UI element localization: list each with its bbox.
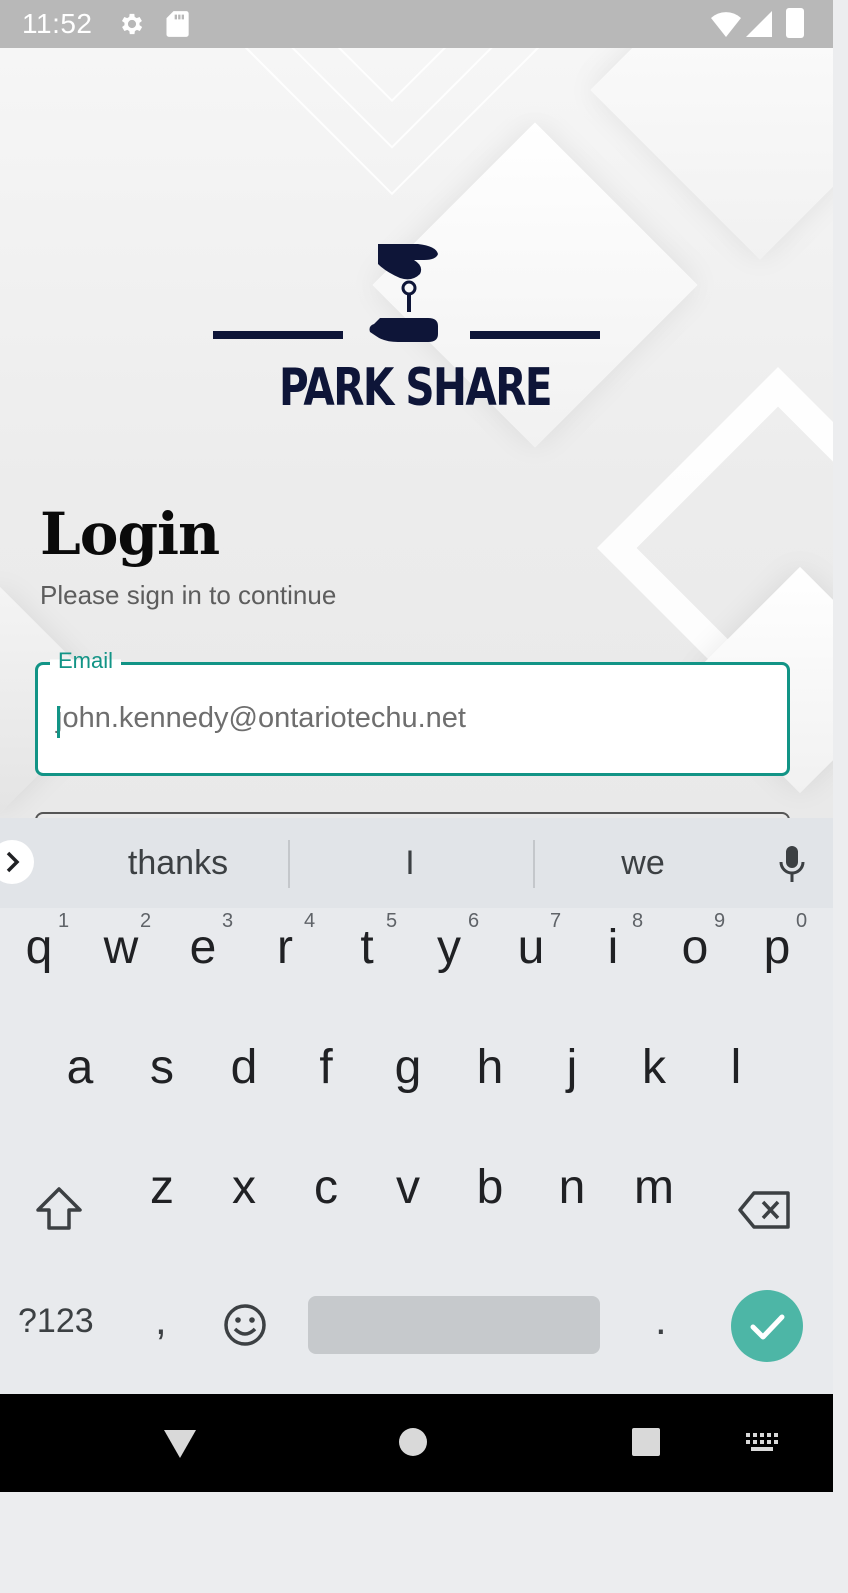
key-hint: 6 — [468, 910, 480, 932]
status-time: 11:52 — [22, 8, 93, 39]
suggestion-divider — [288, 840, 290, 888]
symbols-key[interactable]: ?123 — [18, 1302, 94, 1341]
key-hint: 2 — [140, 910, 152, 932]
status-bar: 11:52 — [0, 0, 833, 48]
key-hint: 3 — [222, 910, 234, 932]
key-c[interactable]: c — [291, 1160, 361, 1215]
on-screen-keyboard: thanks I we q1w2e3r4t5y6u7i8o9p0 asdfghj… — [0, 818, 833, 1394]
enter-key[interactable] — [731, 1290, 803, 1362]
page-title: Login — [40, 500, 220, 568]
wifi-icon — [711, 12, 741, 38]
key-hint: 0 — [796, 910, 808, 932]
app-logo: PARK SHARE — [210, 240, 620, 430]
key-hint: 9 — [714, 910, 726, 932]
battery-icon — [786, 8, 804, 38]
microphone-icon[interactable] — [778, 844, 806, 884]
app-screen: 11:52 PARK SHARE Login Please sign in to… — [0, 0, 833, 1492]
key-handover-icon — [213, 244, 600, 342]
backspace-icon[interactable] — [738, 1190, 792, 1230]
text-cursor — [57, 706, 60, 738]
home-icon[interactable] — [397, 1426, 429, 1458]
emoji-icon[interactable] — [223, 1303, 267, 1347]
signal-icon — [746, 11, 772, 37]
key-hint: 1 — [58, 910, 70, 932]
key-hint: 4 — [304, 910, 316, 932]
key-b[interactable]: b — [455, 1160, 525, 1215]
suggestion-1[interactable]: thanks — [78, 844, 278, 883]
email-field-label: Email — [50, 648, 122, 674]
key-hint: 5 — [386, 910, 398, 932]
key-s[interactable]: s — [127, 1040, 197, 1095]
suggestion-2[interactable]: I — [310, 844, 510, 883]
key-h[interactable]: h — [455, 1040, 525, 1095]
key-a[interactable]: a — [45, 1040, 115, 1095]
chevron-right-icon — [6, 851, 20, 873]
key-x[interactable]: x — [209, 1160, 279, 1215]
back-icon[interactable] — [162, 1426, 198, 1460]
space-key[interactable] — [308, 1296, 600, 1354]
key-g[interactable]: g — [373, 1040, 443, 1095]
suggestion-divider — [533, 840, 535, 888]
key-f[interactable]: f — [291, 1040, 361, 1095]
key-hint: 7 — [550, 910, 562, 932]
key-d[interactable]: d — [209, 1040, 279, 1095]
key-l[interactable]: l — [701, 1040, 771, 1095]
keyboard-switch-icon[interactable] — [745, 1432, 779, 1452]
key-n[interactable]: n — [537, 1160, 607, 1215]
suggestion-3[interactable]: we — [543, 844, 743, 883]
gear-icon — [121, 13, 143, 35]
suggestion-strip: thanks I we — [0, 818, 833, 908]
key-j[interactable]: j — [537, 1040, 607, 1095]
sd-card-icon — [166, 11, 189, 37]
email-field-value[interactable]: john.kennedy@ontariotechu.net — [56, 702, 466, 735]
comma-key[interactable]: , — [155, 1296, 167, 1344]
page-subtitle: Please sign in to continue — [40, 580, 337, 610]
expand-toolbar-button[interactable] — [0, 840, 34, 884]
logo-text: PARK SHARE — [278, 358, 553, 418]
navigation-bar — [0, 1394, 833, 1492]
key-z[interactable]: z — [127, 1160, 197, 1215]
period-key[interactable]: . — [655, 1296, 667, 1344]
key-k[interactable]: k — [619, 1040, 689, 1095]
checkmark-icon — [750, 1314, 785, 1340]
shift-icon[interactable] — [34, 1186, 84, 1232]
key-hint: 8 — [632, 910, 644, 932]
recents-icon[interactable] — [630, 1426, 662, 1458]
key-m[interactable]: m — [619, 1160, 689, 1215]
key-v[interactable]: v — [373, 1160, 443, 1215]
